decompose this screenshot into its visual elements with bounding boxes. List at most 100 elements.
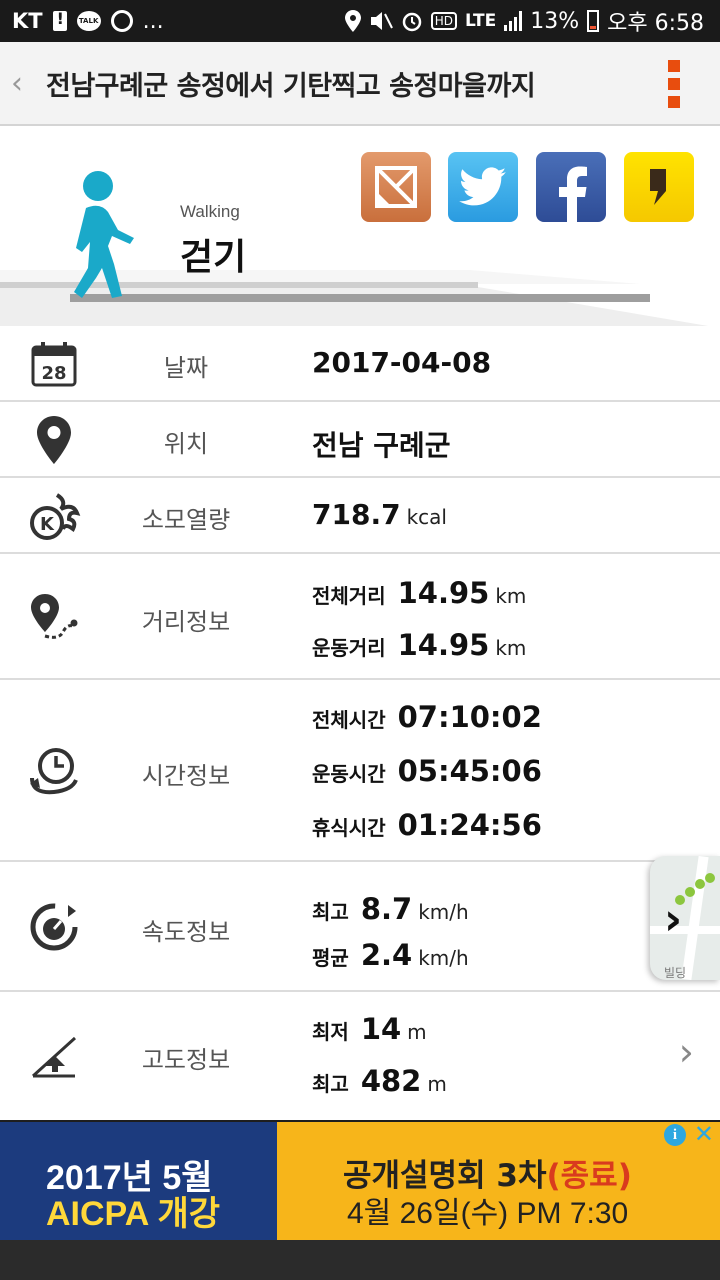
max-speed-label: 최고	[312, 900, 349, 924]
total-time-value: 07:10:02	[397, 700, 542, 734]
ad-banner[interactable]: 2017년 5월 AICPA 개강 공개설명회 3차(종료) 4월 26일(수)…	[0, 1120, 720, 1280]
max-speed-value: 8.7	[360, 892, 413, 926]
app-bar: ‹ 전남구례군 송정에서 기탄찍고 송정마을까지	[0, 42, 720, 126]
min-altitude: 최저 14 m	[312, 1012, 427, 1046]
map-pin-icon	[26, 414, 82, 466]
map-preview-button[interactable]: 빌딩 ›	[650, 856, 720, 980]
ad-left-panel: 2017년 5월 AICPA 개강	[0, 1122, 277, 1240]
min-altitude-value: 14	[360, 1012, 402, 1046]
max-altitude-unit: m	[427, 1072, 447, 1096]
min-altitude-label: 최저	[312, 1020, 349, 1044]
battery-icon	[587, 10, 600, 32]
time-label: 시간정보	[141, 762, 231, 790]
date-row: 28 날짜 2017-04-08	[0, 326, 720, 402]
calendar-icon: 28	[26, 338, 82, 390]
total-distance-value: 14.95	[397, 576, 490, 610]
location-value: 전남 구례군	[312, 429, 451, 462]
moving-time-value: 05:45:06	[397, 754, 542, 788]
kakaostory-icon	[375, 166, 417, 208]
min-altitude-unit: m	[407, 1020, 427, 1044]
avg-speed-label: 평균	[312, 946, 349, 970]
avg-speed-unit: km/h	[418, 946, 469, 970]
calorie-flame-icon: K	[26, 488, 82, 544]
overflow-menu-button[interactable]	[668, 60, 680, 108]
moving-time-label: 운동시간	[312, 762, 386, 786]
ad-left-line2: AICPA 개강	[46, 1195, 221, 1233]
twitter-icon	[459, 167, 506, 206]
kakaotalk-share-button[interactable]	[624, 152, 694, 222]
calories-value-wrap: 718.7 kcal	[312, 498, 447, 531]
battery-percent: 13%	[530, 8, 580, 34]
date-label: 날짜	[163, 354, 209, 382]
max-speed-unit: km/h	[418, 900, 469, 924]
total-distance: 전체거리 14.95 km	[312, 576, 526, 610]
total-time-label: 전체시간	[312, 708, 386, 732]
ad-bottom-strip	[0, 1240, 720, 1280]
chevron-right-icon: ›	[664, 894, 683, 945]
speed-label: 속도정보	[141, 918, 231, 946]
kakaostory-share-button[interactable]	[361, 152, 431, 222]
moving-distance: 운동거리 14.95 km	[312, 628, 526, 662]
walking-person-icon	[74, 171, 134, 298]
location-icon	[344, 10, 361, 32]
moving-distance-value: 14.95	[397, 628, 490, 662]
ad-right-line2: 4월 26일(수) PM 7:30	[347, 1197, 629, 1230]
calories-value: 718.7	[312, 498, 401, 531]
activity-type-ko: 걷기	[180, 237, 247, 278]
speedometer-icon	[26, 900, 82, 954]
location-row: 위치 전남 구례군	[0, 402, 720, 478]
time-row: 시간정보 전체시간 07:10:02 운동시간 05:45:06 휴식시간 01…	[0, 680, 720, 862]
carrier-label: KT	[12, 9, 43, 33]
back-button[interactable]: ‹	[2, 66, 32, 101]
calories-label: 소모열량	[141, 506, 231, 534]
map-label: 빌딩	[664, 966, 687, 980]
moving-time: 운동시간 05:45:06	[312, 754, 542, 788]
ad-close-button[interactable]: ✕	[694, 1120, 714, 1148]
alert-icon	[52, 9, 67, 31]
kakaotalk-icon	[650, 169, 666, 205]
calories-unit: kcal	[406, 505, 447, 529]
max-speed: 최고 8.7 km/h	[312, 892, 469, 926]
alarm-icon	[402, 12, 421, 32]
distance-label: 거리정보	[141, 608, 231, 636]
more-notifications: ...	[142, 8, 164, 34]
location-label: 위치	[163, 430, 209, 458]
moving-distance-unit: km	[495, 636, 527, 660]
clock: 오후 6:58	[607, 11, 704, 36]
altitude-detail-chevron-icon[interactable]: ›	[679, 1030, 694, 1074]
total-time: 전체시간 07:10:02	[312, 700, 542, 734]
speed-row: 속도정보 최고 8.7 km/h 평균 2.4 km/h	[0, 862, 720, 992]
route-pin-icon	[26, 590, 82, 644]
mute-icon	[370, 12, 393, 30]
max-altitude-value: 482	[360, 1064, 422, 1098]
rest-time-value: 01:24:56	[397, 808, 542, 842]
rest-time: 휴식시간 01:24:56	[312, 808, 542, 842]
max-altitude: 최고 482 m	[312, 1064, 447, 1098]
signal-icon	[504, 11, 523, 31]
network-type: LTE	[464, 11, 497, 31]
altitude-label: 고도정보	[141, 1046, 231, 1074]
rest-time-label: 휴식시간	[312, 816, 386, 840]
kakaotalk-notification-icon: TALK	[76, 11, 101, 31]
calories-row: K 소모열량 718.7 kcal	[0, 478, 720, 554]
page-title: 전남구례군 송정에서 기탄찍고 송정마을까지	[46, 70, 536, 102]
sync-icon	[110, 10, 133, 32]
hd-icon: HD	[430, 12, 457, 30]
total-distance-unit: km	[495, 584, 527, 608]
status-bar: KT TALK ... HD LTE 13% 오후 6:58	[0, 0, 720, 42]
ad-info-icon[interactable]: i	[664, 1124, 686, 1146]
facebook-share-button[interactable]	[536, 152, 606, 223]
map-road	[650, 926, 720, 934]
activity-header: Walking 걷기	[0, 128, 720, 326]
moving-distance-label: 운동거리	[312, 636, 386, 660]
stopwatch-icon	[26, 742, 82, 798]
avg-speed-value: 2.4	[360, 938, 413, 972]
activity-type-en: Walking	[180, 202, 240, 221]
calendar-day: 28	[41, 363, 66, 384]
date-value: 2017-04-08	[312, 346, 492, 379]
total-distance-label: 전체거리	[312, 584, 386, 608]
ad-right-panel: 공개설명회 3차(종료) 4월 26일(수) PM 7:30	[277, 1122, 720, 1240]
distance-row: 거리정보 전체거리 14.95 km 운동거리 14.95 km	[0, 554, 720, 680]
twitter-share-button[interactable]	[448, 152, 518, 222]
avg-speed: 평균 2.4 km/h	[312, 938, 469, 972]
